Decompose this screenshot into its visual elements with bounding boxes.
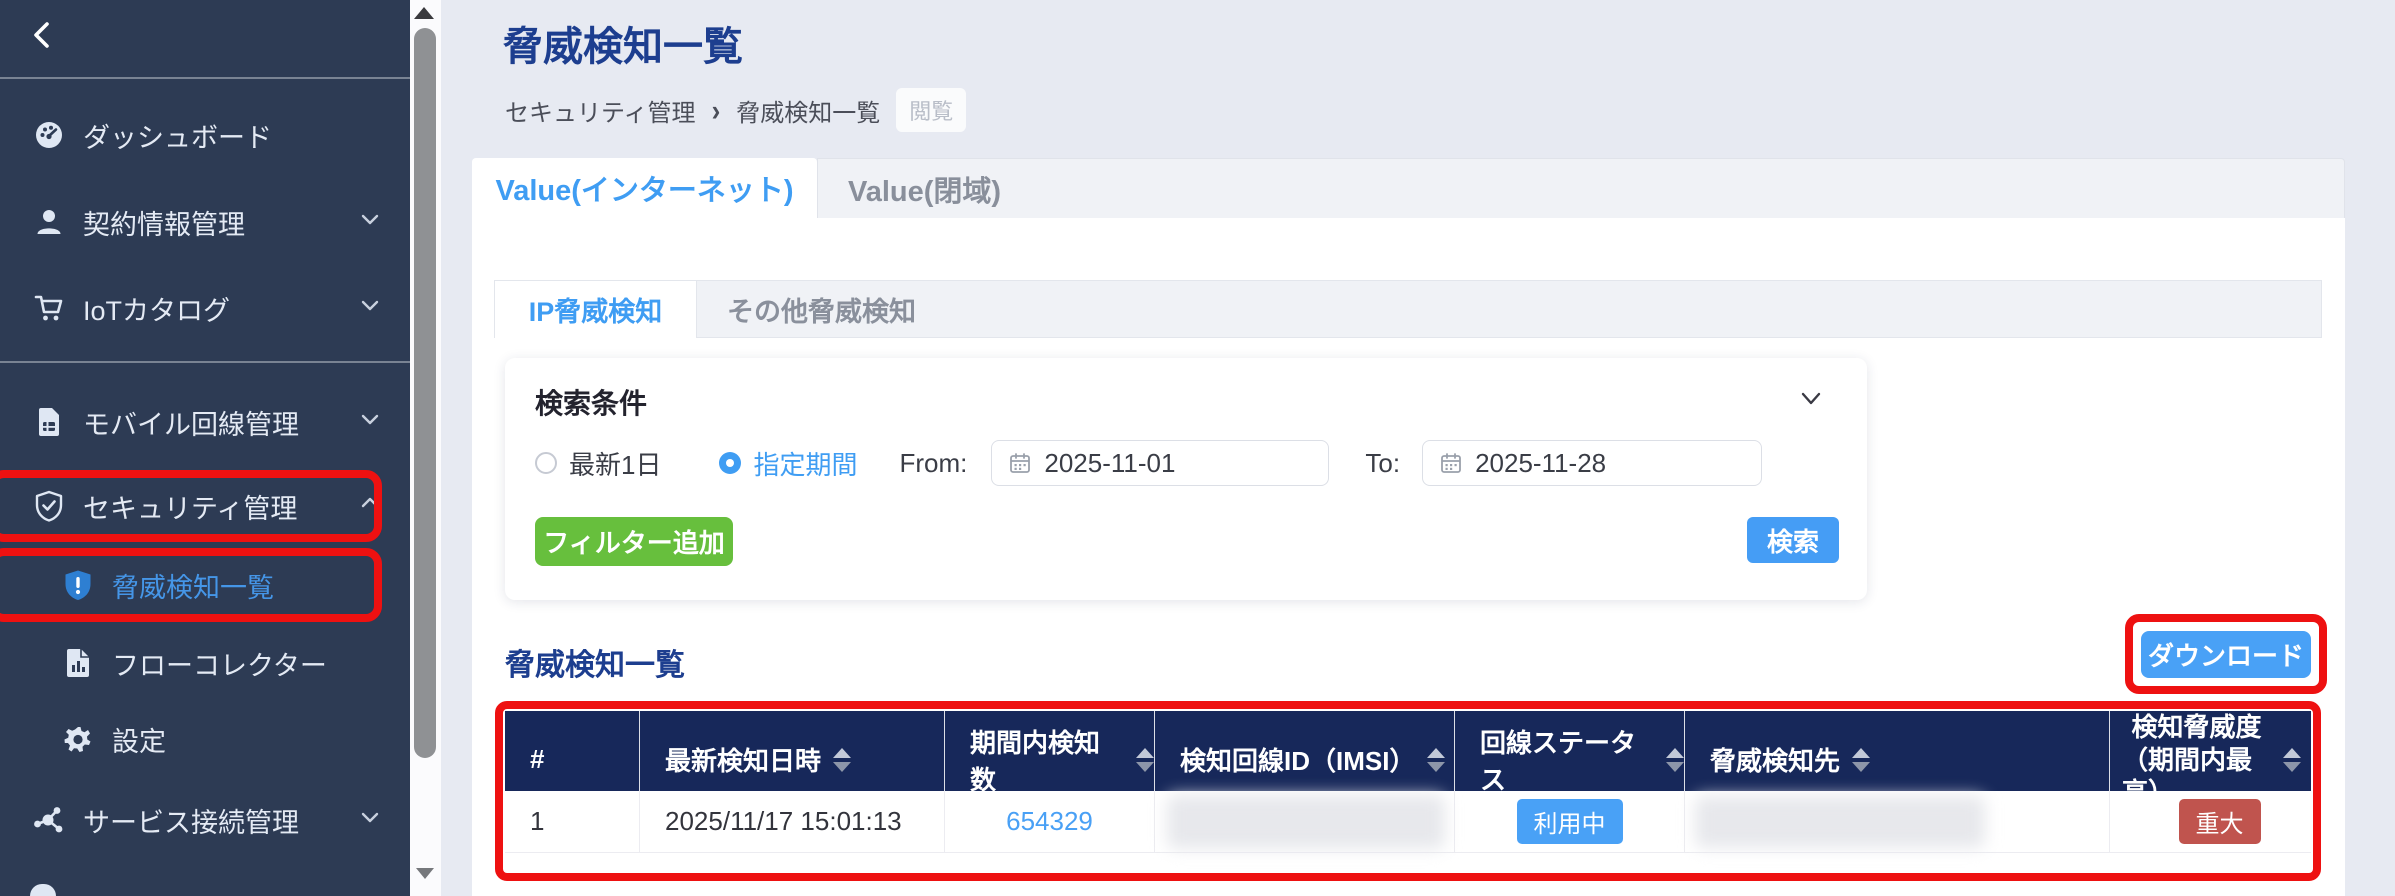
sidebar-item-label: サービス接続管理 <box>83 807 299 838</box>
sidebar-item-mobile-line[interactable]: モバイル回線管理 <box>0 394 410 450</box>
chevron-down-icon <box>358 805 382 836</box>
chevron-left-icon <box>34 22 49 48</box>
sidebar-collapse-button[interactable] <box>26 18 60 52</box>
sort-icon[interactable] <box>1852 747 1871 772</box>
chevron-up-icon <box>358 491 382 522</box>
collapse-chevron-icon[interactable] <box>1795 386 1827 415</box>
to-label: To: <box>1365 447 1401 478</box>
search-button[interactable]: 検索 <box>1747 517 1839 563</box>
cell-line-status: 利用中 <box>1455 791 1685 853</box>
tab-value-closed[interactable]: Value(閉域) <box>817 158 2345 218</box>
cell-imsi <box>1155 791 1455 853</box>
sidebar-item-label: フローコレクター <box>112 650 327 681</box>
sidebar-item-label: 脅威検知一覧 <box>112 572 274 603</box>
file-chart-icon <box>62 647 94 679</box>
download-button[interactable]: ダウンロード <box>2141 631 2311 678</box>
from-date-value: 2025-11-01 <box>1044 447 1176 478</box>
sim-card-icon <box>33 406 65 438</box>
line-status-badge: 利用中 <box>1516 799 1623 844</box>
shield-alert-icon <box>62 569 94 601</box>
sort-icon[interactable] <box>1666 747 1684 772</box>
to-date-value: 2025-11-28 <box>1475 447 1607 478</box>
cell-severity: 重大 <box>2110 791 2311 853</box>
sidebar-item-label: 設定 <box>112 726 166 757</box>
person-icon <box>33 206 65 238</box>
sidebar-item-settings[interactable]: 設定 <box>0 711 410 767</box>
sidebar-item-label: ダッシュボード <box>83 122 272 153</box>
sidebar-item-label: モバイル回線管理 <box>83 409 299 440</box>
inner-tab-bar: IP脅威検知 その他脅威検知 <box>494 280 2322 338</box>
sidebar-item-iot-catalog[interactable]: IoTカタログ <box>0 280 410 336</box>
breadcrumb-parent[interactable]: セキュリティ管理 <box>505 93 696 128</box>
redacted-destination-value <box>1695 795 1985 848</box>
page-title: 脅威検知一覧 <box>503 25 743 69</box>
scrollbar-up-arrow[interactable] <box>414 7 434 19</box>
search-panel-title: 検索条件 <box>535 388 648 419</box>
cart-icon <box>33 292 65 324</box>
tab-other-threat[interactable]: その他脅威検知 <box>697 280 2322 338</box>
sidebar-item-contract[interactable]: 契約情報管理 <box>0 194 410 250</box>
radio-checked-icon <box>719 452 742 474</box>
radio-label: 最新1日 <box>569 449 662 480</box>
radio-latest-day[interactable]: 最新1日 <box>535 445 661 482</box>
cell-threat-destination <box>1685 791 2110 853</box>
calendar-icon <box>1010 453 1031 473</box>
detection-count-link[interactable]: 654329 <box>1006 806 1093 837</box>
sort-icon[interactable] <box>833 747 852 772</box>
tab-value-internet[interactable]: Value(インターネット) <box>472 158 817 218</box>
sidebar-item-label: セキュリティ管理 <box>83 493 298 524</box>
from-label: From: <box>899 447 968 478</box>
chevron-down-icon <box>358 407 382 438</box>
view-mode-badge: 閲覧 <box>896 88 967 132</box>
breadcrumb-current: 脅威検知一覧 <box>736 99 881 127</box>
sidebar-item-dashboard[interactable]: ダッシュボード <box>0 107 410 163</box>
scrollbar-thumb[interactable] <box>414 28 436 758</box>
cell-detection-count: 654329 <box>945 791 1155 853</box>
sort-icon[interactable] <box>1136 747 1154 772</box>
sidebar-item-flow-collector[interactable]: フローコレクター <box>0 635 410 691</box>
search-criteria-row: 最新1日 指定期間 From: 2025-11-01 To: 2025-11-2… <box>535 440 1763 486</box>
network-hub-icon <box>33 804 65 836</box>
radio-specified-period[interactable]: 指定期間 <box>719 445 857 482</box>
redacted-imsi-value <box>1167 794 1445 849</box>
sidebar-item-service-connection[interactable]: サービス接続管理 <box>0 792 410 848</box>
table-header-row: # 最新検知日時 期間内検知数 検知回線ID（IMSI） 回線ステータス 脅威検… <box>505 711 2311 809</box>
sidebar-item-threat-list[interactable]: 脅威検知一覧 <box>0 557 410 613</box>
chevron-down-icon <box>358 293 382 324</box>
dashboard-icon <box>33 119 65 151</box>
calendar-icon <box>1441 453 1461 473</box>
severity-badge: 重大 <box>2178 799 2261 844</box>
sidebar-item-label: IoTカタログ <box>83 295 231 326</box>
tab-ip-threat[interactable]: IP脅威検知 <box>494 280 697 338</box>
radio-label: 指定期間 <box>753 449 858 480</box>
sidebar-item-security[interactable]: セキュリティ管理 <box>0 478 410 534</box>
table-row[interactable]: 1 2025/11/17 15:01:13 654329 利用中 重大 <box>505 791 2311 853</box>
threat-table: # 最新検知日時 期間内検知数 検知回線ID（IMSI） 回線ステータス 脅威検… <box>505 711 2311 872</box>
gear-icon <box>62 723 94 755</box>
sidebar-divider <box>0 77 410 79</box>
sort-icon[interactable] <box>1427 747 1446 772</box>
radio-unchecked-icon <box>535 452 557 474</box>
breadcrumb: セキュリティ管理 › 脅威検知一覧 閲覧 <box>505 88 967 132</box>
from-date-input[interactable]: 2025-11-01 <box>991 440 1330 486</box>
cell-latest-datetime: 2025/11/17 15:01:13 <box>640 791 945 853</box>
sidebar-item-label: 契約情報管理 <box>83 209 245 240</box>
list-section-heading: 脅威検知一覧 <box>505 649 685 682</box>
sidebar: ダッシュボード 契約情報管理 IoTカタログ モバイル回線管理 セキュリティ管理… <box>0 0 410 896</box>
breadcrumb-separator-icon: › <box>711 92 721 127</box>
search-panel: 検索条件 最新1日 指定期間 From: 2025-11-01 To: 2025… <box>505 358 1867 600</box>
chevron-down-icon <box>358 207 382 238</box>
scrollbar-down-arrow[interactable] <box>416 868 434 879</box>
cell-index: 1 <box>505 791 640 853</box>
partial-next-item-icon <box>30 884 56 896</box>
sort-icon[interactable] <box>2283 747 2301 772</box>
sidebar-divider <box>0 361 410 363</box>
shield-check-icon <box>33 490 65 522</box>
to-date-input[interactable]: 2025-11-28 <box>1422 440 1763 486</box>
outer-tab-bar: Value(インターネット) Value(閉域) <box>472 158 2345 218</box>
add-filter-button[interactable]: フィルター追加 <box>535 517 733 566</box>
